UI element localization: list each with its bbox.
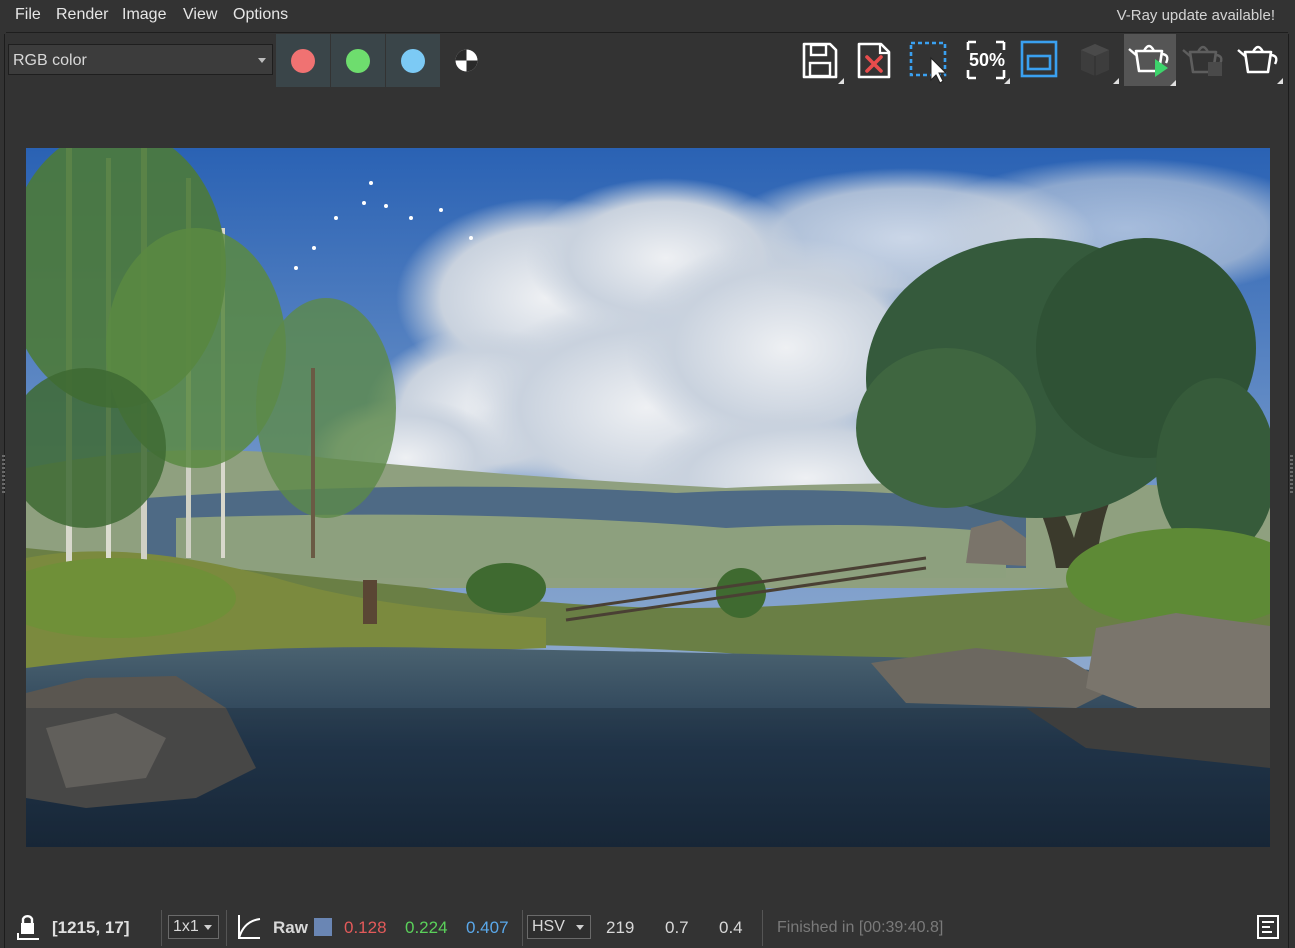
chevron-down-icon <box>204 925 212 930</box>
status-separator <box>522 910 523 946</box>
status-separator <box>226 910 227 946</box>
save-image-button[interactable] <box>796 38 844 84</box>
chevron-down-icon <box>576 925 584 930</box>
left-panel-grip[interactable] <box>2 455 5 495</box>
hue-value: 219 <box>606 918 635 937</box>
menu-divider <box>6 32 1288 33</box>
log-panel-icon[interactable] <box>1256 914 1280 940</box>
region-render-button[interactable] <box>905 38 953 84</box>
green-channel-button[interactable] <box>331 34 385 87</box>
color-space-value: HSV <box>532 918 565 935</box>
red-channel-button[interactable] <box>276 34 330 87</box>
raw-label: Raw <box>273 918 308 937</box>
green-value: 0.224 <box>405 918 448 937</box>
status-separator <box>762 910 763 946</box>
rendered-landscape <box>26 148 1270 847</box>
render-button[interactable] <box>1235 38 1283 84</box>
render-status: Finished in [00:39:40.8] <box>777 919 944 936</box>
blue-value: 0.407 <box>466 918 509 937</box>
save-icon <box>802 42 838 79</box>
red-value: 0.128 <box>344 918 387 937</box>
zoom-50-button[interactable]: 50% <box>962 38 1010 84</box>
saturation-value: 0.7 <box>665 918 689 937</box>
lock-pick-icon[interactable] <box>15 913 41 941</box>
green-channel-icon <box>346 49 370 73</box>
interactive-render-button[interactable] <box>1124 34 1176 86</box>
value-value: 0.4 <box>719 918 743 937</box>
menu-file[interactable]: File <box>15 6 41 24</box>
chevron-down-icon <box>258 58 266 63</box>
render-icon <box>1237 45 1278 74</box>
menu-options[interactable]: Options <box>233 6 288 24</box>
channel-select-value: RGB color <box>13 52 87 69</box>
window-right-border <box>1288 34 1289 948</box>
sample-size-value: 1x1 <box>173 918 199 935</box>
right-panel-grip[interactable] <box>1290 455 1293 495</box>
menu-view[interactable]: View <box>183 6 217 24</box>
frame-icon <box>1020 40 1058 78</box>
menu-bar: File Render Image View Options V-Ray upd… <box>0 0 1295 32</box>
stop-render-icon <box>1182 45 1223 76</box>
zoom-label: 50% <box>969 50 1005 70</box>
channel-select[interactable]: RGB color <box>8 44 273 75</box>
color-swatch <box>314 918 332 936</box>
clear-image-button[interactable] <box>850 38 898 84</box>
interactive-render-icon <box>1128 44 1169 77</box>
render-image[interactable] <box>26 148 1270 847</box>
stop-render-button[interactable] <box>1180 38 1228 84</box>
blue-channel-icon <box>401 49 425 73</box>
status-separator <box>161 910 162 946</box>
update-notice[interactable]: V-Ray update available! <box>1117 7 1275 24</box>
color-space-select[interactable]: HSV <box>527 915 591 939</box>
frame-button[interactable] <box>1016 38 1064 84</box>
mono-channel-icon[interactable] <box>454 48 479 73</box>
pixel-coordinates: [1215, 17] <box>52 918 130 937</box>
menu-image[interactable]: Image <box>122 6 166 24</box>
render-3d-icon <box>1081 44 1109 76</box>
render-3d-button[interactable] <box>1071 38 1119 84</box>
red-channel-icon <box>291 49 315 73</box>
blue-channel-button[interactable] <box>386 34 440 87</box>
region-render-icon <box>909 41 948 84</box>
zoom-50-icon: 50% <box>966 40 1006 80</box>
curve-icon[interactable] <box>236 913 262 941</box>
menu-render[interactable]: Render <box>56 6 108 24</box>
sample-size-select[interactable]: 1x1 <box>168 915 219 939</box>
clear-image-icon <box>857 42 891 79</box>
